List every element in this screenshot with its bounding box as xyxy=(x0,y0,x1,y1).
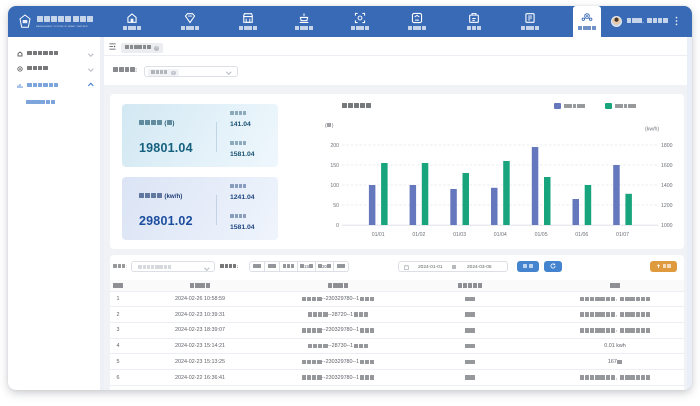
svg-text:200: 200 xyxy=(330,142,339,148)
svg-text:01/05: 01/05 xyxy=(535,232,548,238)
svg-text:50: 50 xyxy=(333,202,339,208)
svg-text:150: 150 xyxy=(330,162,339,168)
svg-text:1600: 1600 xyxy=(661,162,673,168)
svg-text:01/04: 01/04 xyxy=(494,232,507,238)
svg-text:01/07: 01/07 xyxy=(616,232,629,238)
svg-text:1800: 1800 xyxy=(661,142,673,148)
svg-text:01/01: 01/01 xyxy=(372,232,385,238)
svg-text:1400: 1400 xyxy=(661,182,673,188)
svg-text:100: 100 xyxy=(330,182,339,188)
svg-text:0: 0 xyxy=(336,222,339,228)
svg-text:01/06: 01/06 xyxy=(575,232,588,238)
svg-text:01/03: 01/03 xyxy=(453,232,466,238)
svg-text:1000: 1000 xyxy=(661,222,673,228)
svg-text:(kw/h): (kw/h) xyxy=(645,126,659,132)
svg-text:1200: 1200 xyxy=(661,202,673,208)
svg-text:01/02: 01/02 xyxy=(412,232,425,238)
